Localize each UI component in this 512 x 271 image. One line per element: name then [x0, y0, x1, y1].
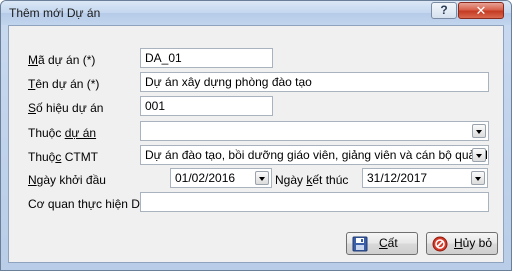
start-date-picker[interactable]: 01/02/2016 [170, 168, 272, 188]
start-date-value: 01/02/2016 [175, 171, 236, 185]
end-date-value: 31/12/2017 [367, 171, 428, 185]
cancel-icon [432, 236, 448, 252]
dialog-window: Thêm mới Dự án ? ✕ Mã dự án (*) DA_01 Tê… [0, 0, 512, 271]
title-bar[interactable]: Thêm mới Dự án ? ✕ [1, 1, 511, 25]
close-button[interactable]: ✕ [458, 2, 504, 19]
save-button-label-u: C [379, 236, 388, 250]
form-panel: Mã dự án (*) DA_01 Tên dự án (*) Dự án x… [8, 25, 504, 263]
end-date-label: Ngày kết thúc [275, 173, 349, 187]
parent-project-label: Thuộc dự án [28, 126, 97, 140]
cancel-button-label: ủy bỏ [462, 236, 493, 250]
cancel-button[interactable]: Hủy bỏ [426, 232, 498, 255]
agency-input[interactable] [140, 192, 489, 212]
project-name-input[interactable]: Dự án xây dựng phòng đào tạo [140, 72, 489, 92]
project-code-input[interactable]: DA_01 [140, 48, 273, 68]
start-date-dropdown-icon[interactable] [255, 171, 269, 185]
cancel-button-label-u: H [454, 236, 463, 250]
program-select[interactable]: Dự án đào tạo, bồi dưỡng giáo viên, giản… [140, 145, 489, 165]
project-number-value: 001 [145, 99, 166, 113]
start-date-label: Ngày khởi đầu [28, 173, 106, 187]
window-title: Thêm mới Dự án [9, 6, 101, 20]
agency-label: Cơ quan thực hiện DA [28, 197, 148, 211]
program-dropdown-icon[interactable] [472, 148, 486, 162]
save-button[interactable]: Cất [346, 232, 418, 255]
end-date-dropdown-icon[interactable] [471, 171, 485, 185]
save-button-label: ất [387, 236, 398, 250]
project-code-value: DA_01 [145, 51, 182, 65]
program-value: Dự án đào tạo, bồi dưỡng giáo viên, giản… [145, 148, 489, 162]
end-date-picker[interactable]: 31/12/2017 [362, 168, 488, 188]
project-number-label: Số hiệu dự án [28, 101, 104, 115]
parent-project-select[interactable] [140, 121, 489, 141]
program-label: Thuộc CTMT [28, 150, 99, 164]
project-name-label: Tên dự án (*) [28, 77, 100, 91]
help-button[interactable]: ? [431, 2, 457, 19]
parent-project-dropdown-icon[interactable] [472, 124, 486, 138]
save-icon [352, 236, 368, 252]
project-code-label: Mã dự án (*) [28, 53, 96, 67]
project-number-input[interactable]: 001 [140, 96, 273, 116]
project-name-value: Dự án xây dựng phòng đào tạo [145, 75, 312, 89]
